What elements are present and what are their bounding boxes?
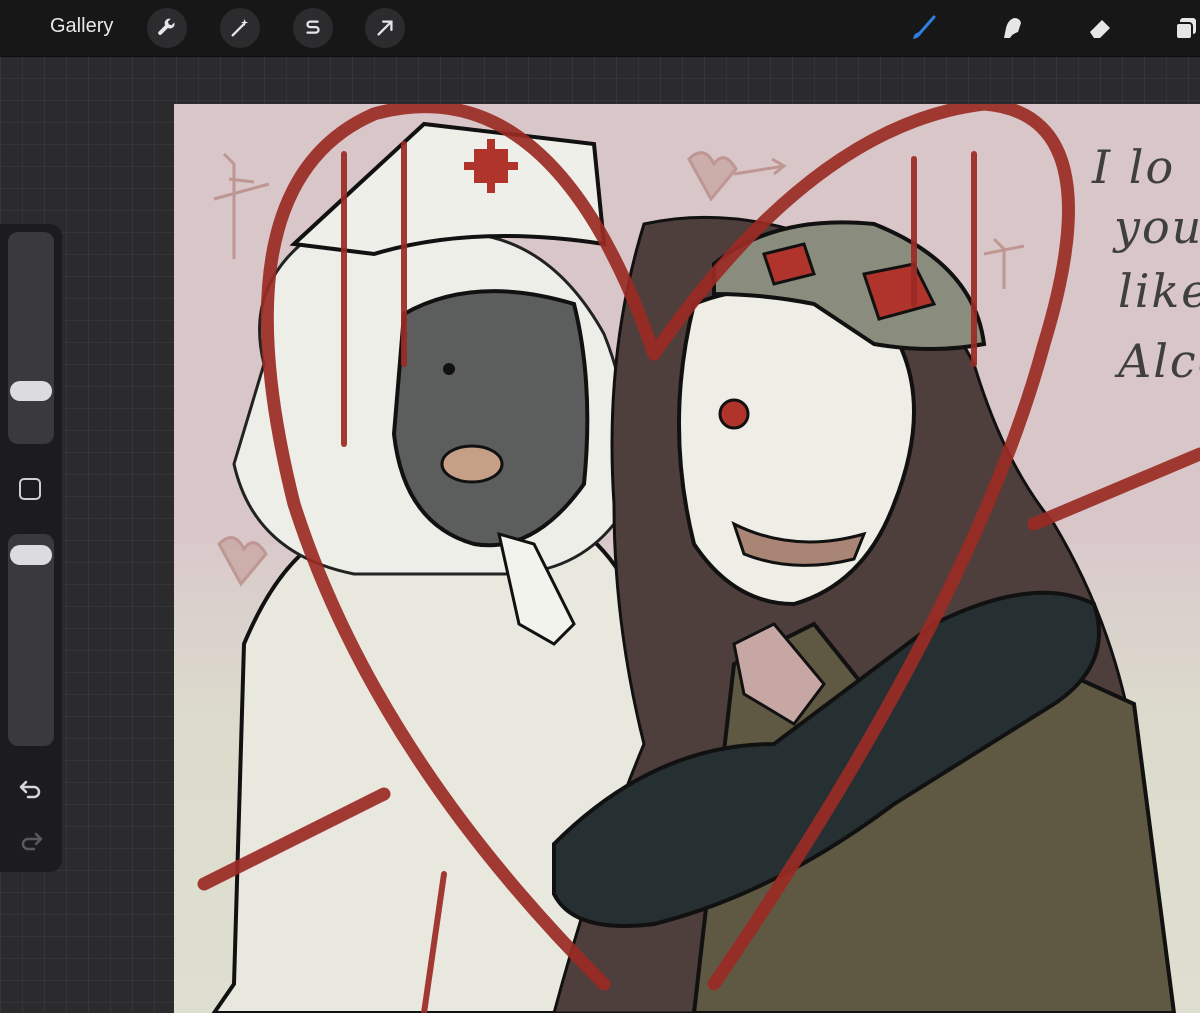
brush-opacity-thumb[interactable] — [10, 545, 52, 566]
brush-size-thumb[interactable] — [10, 380, 52, 401]
eraser-icon — [1090, 20, 1110, 38]
brush-opacity-slider[interactable] — [8, 534, 54, 746]
doodle-cross-left — [213, 152, 270, 259]
redo-icon — [21, 832, 43, 851]
doodle-arrow — [733, 157, 787, 176]
transform-button[interactable] — [365, 8, 405, 48]
eraser-tool-button[interactable] — [1080, 8, 1120, 48]
artwork — [197, 104, 1200, 1013]
undo-icon — [19, 780, 41, 799]
layers-icon — [1175, 18, 1196, 40]
transform-arrow-icon — [377, 20, 393, 36]
adjustments-button[interactable] — [220, 8, 260, 48]
nurse-eye — [443, 363, 455, 375]
doodle-heart-left — [217, 536, 268, 587]
magic-wand-icon — [231, 18, 249, 37]
nurse-mouth — [440, 444, 504, 484]
brush-size-slider[interactable] — [8, 232, 54, 444]
layers-button[interactable] — [1166, 8, 1200, 48]
handwriting-line-2: you — [1114, 200, 1200, 254]
smudge-icon — [1004, 18, 1021, 38]
selection-s-icon — [306, 20, 320, 34]
masked-eye — [718, 398, 750, 430]
handwriting-line-1: I lo — [1092, 140, 1176, 194]
doodle-heart — [687, 151, 738, 202]
brush-icon — [913, 15, 936, 39]
handwriting-line-3: like — [1118, 264, 1200, 318]
modify-button[interactable] — [19, 478, 41, 500]
gallery-button[interactable]: Gallery — [50, 15, 113, 38]
drawing-canvas[interactable]: I lo you like Alco — [174, 104, 1200, 1013]
nurse-mask — [391, 289, 590, 548]
selection-button[interactable] — [293, 8, 333, 48]
wrench-icon — [158, 18, 175, 35]
doodle-cross-right — [983, 237, 1025, 289]
redo-button[interactable] — [16, 828, 46, 854]
handwriting-line-4: Alco — [1118, 334, 1200, 388]
actions-button[interactable] — [147, 8, 187, 48]
undo-button[interactable] — [16, 776, 46, 802]
left-sidebar — [0, 224, 62, 872]
top-toolbar: Gallery — [0, 0, 1200, 57]
nurse-cap — [289, 121, 607, 257]
brush-tool-button[interactable] — [904, 8, 944, 48]
smudge-tool-button[interactable] — [992, 8, 1032, 48]
stray-stroke-right — [1027, 447, 1200, 531]
